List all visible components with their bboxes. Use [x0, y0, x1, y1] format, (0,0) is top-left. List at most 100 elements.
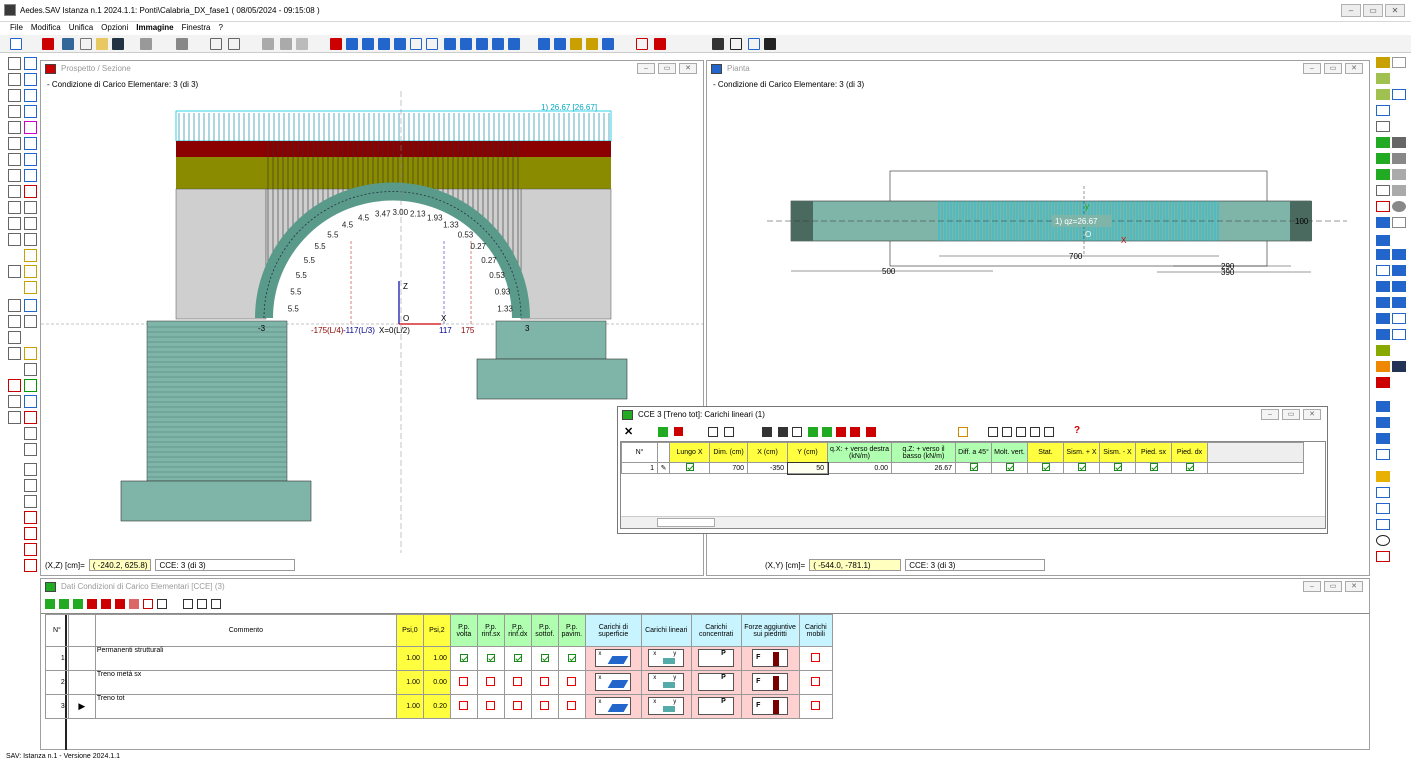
checkbox-unchecked-icon[interactable] — [513, 677, 523, 686]
sism-p-check[interactable] — [1063, 462, 1100, 474]
mesh-icon[interactable] — [24, 281, 37, 294]
dark-box-icon[interactable] — [1392, 137, 1406, 148]
rotate-icon[interactable] — [8, 153, 21, 166]
qx-cell[interactable]: 0.00 — [827, 462, 892, 474]
minimize-button[interactable]: – — [637, 63, 655, 74]
commento-cell[interactable]: Treno metà sx — [94, 670, 397, 695]
asterisk-icon[interactable] — [1376, 201, 1390, 212]
slope-icon[interactable] — [1376, 249, 1390, 260]
box-icon[interactable] — [1376, 121, 1390, 132]
layout-icon[interactable] — [1392, 361, 1406, 372]
duplicate-icon[interactable] — [73, 599, 83, 609]
mobili-cell[interactable] — [798, 670, 834, 695]
menu-finestra[interactable]: Finestra — [182, 22, 211, 34]
left-icon[interactable] — [476, 38, 488, 50]
theta-icon[interactable] — [1376, 535, 1390, 546]
enter-icon[interactable] — [658, 427, 668, 437]
checkbox-icon[interactable] — [1185, 463, 1194, 471]
move-row-icon[interactable] — [836, 427, 846, 437]
table-row[interactable]: 3 ▶ Treno tot 1.00 0.20 x x y P F — [45, 694, 834, 719]
row-selector[interactable] — [67, 646, 96, 671]
surface-load-icon[interactable]: x — [595, 672, 632, 691]
tree-icon[interactable] — [62, 38, 74, 50]
table2-icon[interactable] — [1392, 281, 1406, 292]
view-phi-icon[interactable] — [24, 137, 37, 150]
axis-icon[interactable] — [538, 38, 550, 50]
house-icon[interactable] — [1392, 57, 1406, 68]
zoom-in-icon[interactable] — [8, 57, 21, 70]
add-icon[interactable] — [45, 599, 55, 609]
maximize-button[interactable]: ▭ — [1324, 581, 1342, 592]
mobili-cell[interactable] — [798, 694, 834, 719]
curve-icon[interactable] — [8, 347, 21, 360]
undo-icon[interactable] — [210, 38, 222, 50]
plant-icon[interactable] — [1376, 345, 1390, 356]
horizontal-scrollbar[interactable] — [621, 516, 1325, 528]
cube-icon[interactable] — [24, 479, 37, 492]
checkbox-unchecked-icon[interactable] — [540, 677, 550, 686]
scroll-thumb[interactable] — [657, 518, 715, 527]
split-h-icon[interactable] — [183, 599, 193, 609]
line-load-icon[interactable]: xy — [648, 648, 685, 667]
arch-red-icon[interactable] — [24, 185, 37, 198]
split-v-icon[interactable] — [197, 599, 207, 609]
pp-check-3[interactable] — [530, 694, 559, 719]
checkbox-icon[interactable] — [685, 463, 694, 471]
point-load-icon[interactable]: P — [698, 696, 735, 715]
arch-icon[interactable] — [570, 38, 582, 50]
star-icon[interactable] — [24, 265, 37, 278]
point-load-icon[interactable]: P — [698, 648, 735, 667]
measure-icon[interactable] — [958, 427, 968, 437]
layer-icon[interactable] — [602, 38, 614, 50]
pp-check-2[interactable] — [503, 646, 532, 671]
table3-icon[interactable] — [1392, 297, 1406, 308]
bar-icon[interactable] — [24, 299, 37, 312]
checkbox-icon[interactable] — [1149, 463, 1158, 471]
page2-icon[interactable] — [1392, 169, 1406, 180]
power-icon[interactable] — [24, 427, 37, 440]
fence2-icon[interactable] — [1376, 417, 1390, 428]
m-icon[interactable] — [1376, 235, 1390, 246]
bracket-icon[interactable] — [1376, 449, 1390, 460]
pp-check-3[interactable] — [530, 646, 559, 671]
load-arrows-icon[interactable] — [554, 38, 566, 50]
menu-opzioni[interactable]: Opzioni — [101, 22, 128, 34]
pan-icon[interactable] — [8, 89, 21, 102]
checkbox-unchecked-icon[interactable] — [486, 677, 496, 686]
save-icon[interactable] — [112, 38, 124, 50]
green-arch3-icon[interactable] — [1376, 169, 1390, 180]
maximize-button[interactable]: ▭ — [1282, 409, 1300, 420]
dim-cell[interactable]: 700 — [709, 462, 748, 474]
view-u-icon[interactable] — [24, 121, 37, 134]
fit-icon[interactable] — [1044, 427, 1054, 437]
checkbox-icon[interactable] — [1041, 463, 1050, 471]
psi2-cell[interactable]: 1.00 — [422, 646, 451, 671]
chart-icon[interactable] — [410, 38, 422, 50]
wedge-icon[interactable] — [1376, 217, 1390, 228]
edit-pencil-icon[interactable]: ✎ — [657, 462, 670, 474]
close-button[interactable]: ✕ — [1345, 581, 1363, 592]
checkbox-unchecked-icon[interactable] — [811, 677, 821, 686]
arch-outline-icon[interactable] — [1376, 185, 1390, 196]
minimize-button[interactable]: – — [1303, 581, 1321, 592]
forze-cell[interactable]: F — [740, 670, 800, 695]
circle-icon[interactable] — [24, 463, 37, 476]
surface-load-icon[interactable]: x — [595, 696, 632, 715]
checkbox-icon[interactable] — [1005, 463, 1014, 471]
pp-check-1[interactable] — [476, 646, 505, 671]
highlight-icon[interactable] — [24, 249, 37, 262]
commento-cell[interactable]: Permanenti strutturali — [94, 646, 397, 671]
grid4-icon[interactable] — [1376, 313, 1390, 324]
dot-icon[interactable] — [1392, 201, 1406, 212]
table-icon[interactable] — [444, 38, 456, 50]
pp-check-4[interactable] — [557, 694, 586, 719]
offset-icon[interactable] — [8, 233, 21, 246]
forze-cell[interactable]: F — [740, 646, 800, 671]
flower-icon[interactable] — [1376, 361, 1390, 372]
lines-icon[interactable] — [1392, 217, 1406, 228]
pier-force-icon[interactable]: F — [752, 672, 789, 691]
photo-icon[interactable] — [24, 347, 37, 360]
menu-file[interactable]: File — [10, 22, 23, 34]
x-box-icon[interactable] — [1376, 471, 1390, 482]
wall-icon[interactable] — [24, 363, 37, 376]
